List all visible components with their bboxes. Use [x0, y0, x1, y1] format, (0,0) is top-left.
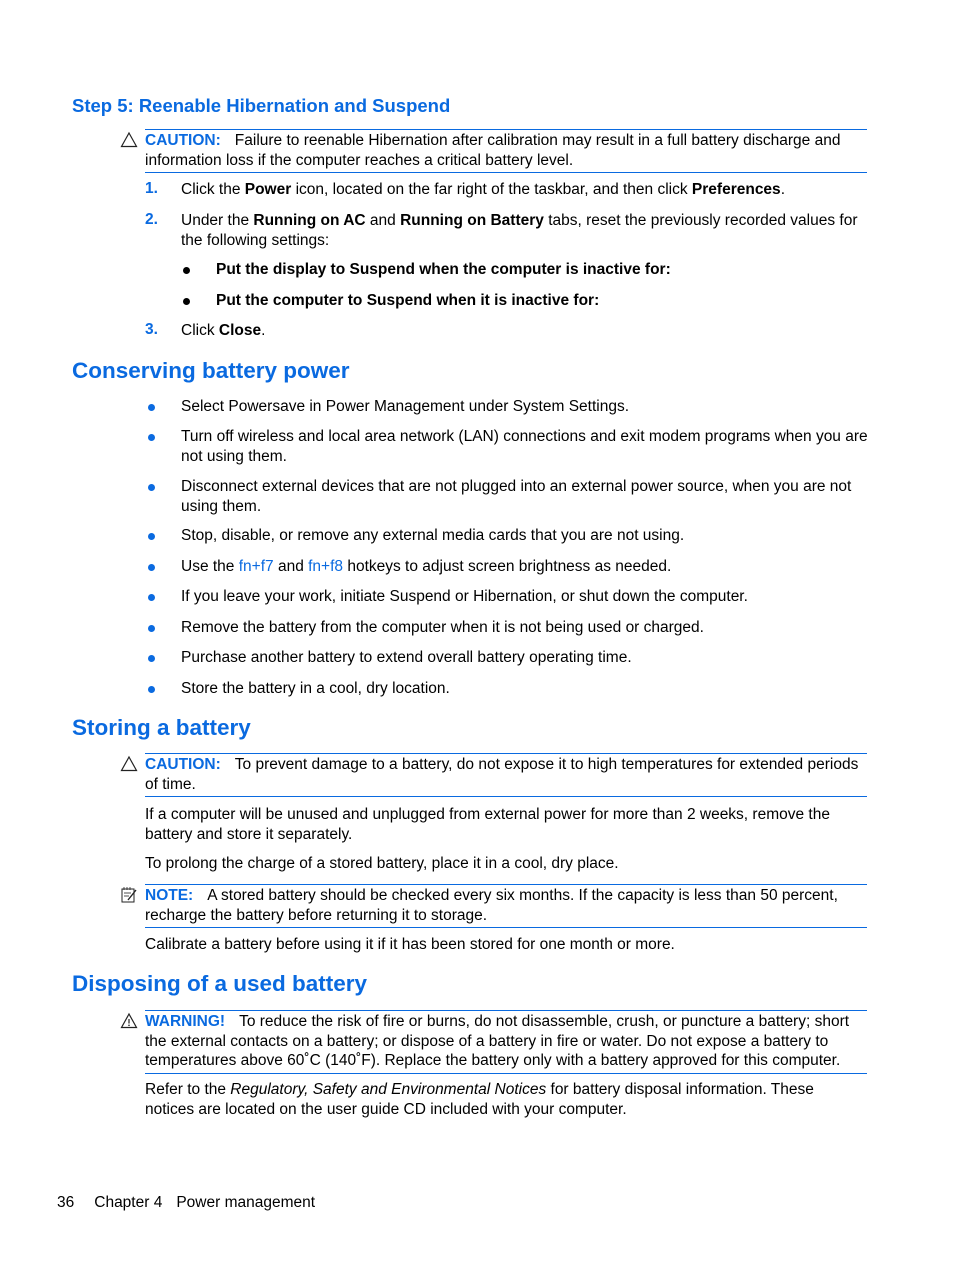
storing-heading: Storing a battery: [72, 715, 251, 740]
bullet-icon: [148, 434, 155, 441]
note-label: NOTE:: [145, 887, 194, 904]
caution-notice-step5: CAUTION: Failure to reenable Hibernation …: [145, 129, 867, 173]
list-item: Remove the battery from the computer whe…: [181, 619, 704, 636]
step-1: Click the Power icon, located on the far…: [181, 181, 785, 198]
note-pad-icon: [121, 887, 137, 903]
paragraph: Refer to the Regulatory, Safety and Envi…: [145, 1081, 814, 1118]
note-notice: NOTE: A stored battery should be checked …: [145, 884, 867, 928]
step-number: 2.: [145, 211, 158, 228]
bullet-icon: [148, 533, 155, 540]
list-item: Stop, disable, or remove any external me…: [181, 527, 685, 544]
bullet-icon: [148, 594, 155, 601]
list-item: Select Powersave in Power Management und…: [181, 398, 630, 415]
warning-triangle-icon: [120, 1012, 138, 1029]
list-item: Turn off wireless and local area network…: [181, 428, 868, 465]
caution-text: To prevent damage to a battery, do not e…: [145, 756, 859, 793]
list-item-hotkeys: Use the fn+f7 and fn+f8 hotkeys to adjus…: [181, 558, 672, 575]
note-text: A stored battery should be checked every…: [145, 887, 838, 924]
caution-text: Failure to reenable Hibernation after ca…: [145, 132, 841, 169]
list-item: If you leave your work, initiate Suspend…: [181, 588, 748, 605]
bullet-icon: [148, 484, 155, 491]
caution-triangle-icon: [120, 755, 138, 772]
bullet-icon: [183, 298, 190, 305]
step-3: Click Close.: [181, 322, 266, 339]
sub-bullet: Put the display to Suspend when the comp…: [216, 261, 671, 278]
caution-label: CAUTION:: [145, 132, 221, 149]
step-number: 1.: [145, 180, 158, 197]
step5-heading: Step 5: Reenable Hibernation and Suspend: [72, 95, 451, 116]
bullet-icon: [148, 655, 155, 662]
fn-f7-link[interactable]: fn+f7: [239, 558, 274, 575]
conserving-heading: Conserving battery power: [72, 358, 350, 383]
bullet-icon: [148, 564, 155, 571]
step-number: 3.: [145, 321, 158, 338]
paragraph: If a computer will be unused and unplugg…: [145, 806, 830, 843]
list-item: Purchase another battery to extend overa…: [181, 649, 632, 666]
bullet-icon: [148, 686, 155, 693]
paragraph: To prolong the charge of a stored batter…: [145, 855, 619, 872]
disposing-heading: Disposing of a used battery: [72, 971, 368, 996]
warning-notice: WARNING! To reduce the risk of fire or bu…: [145, 1010, 867, 1074]
sub-bullet: Put the computer to Suspend when it is i…: [216, 292, 600, 309]
chapter-title: Power management: [176, 1194, 316, 1211]
bullet-icon: [183, 267, 190, 274]
caution-triangle-icon: [120, 131, 138, 148]
caution-notice-storing: CAUTION: To prevent damage to a battery, …: [145, 753, 867, 797]
caution-label: CAUTION:: [145, 756, 221, 773]
paragraph: Calibrate a battery before using it if i…: [145, 936, 675, 953]
page-number: 36: [57, 1194, 75, 1211]
list-item: Store the battery in a cool, dry locatio…: [181, 680, 450, 697]
list-item: Disconnect external devices that are not…: [181, 478, 852, 515]
chapter-label: Chapter 4: [94, 1194, 163, 1211]
step-2: Under the Running on AC and Running on B…: [181, 212, 858, 249]
warning-label: WARNING!: [145, 1013, 226, 1030]
fn-f8-link[interactable]: fn+f8: [308, 558, 343, 575]
bullet-icon: [148, 625, 155, 632]
bullet-icon: [148, 404, 155, 411]
warning-text: To reduce the risk of fire or burns, do …: [145, 1013, 850, 1069]
page-footer: 36 Chapter 4 Power management: [57, 1193, 315, 1213]
